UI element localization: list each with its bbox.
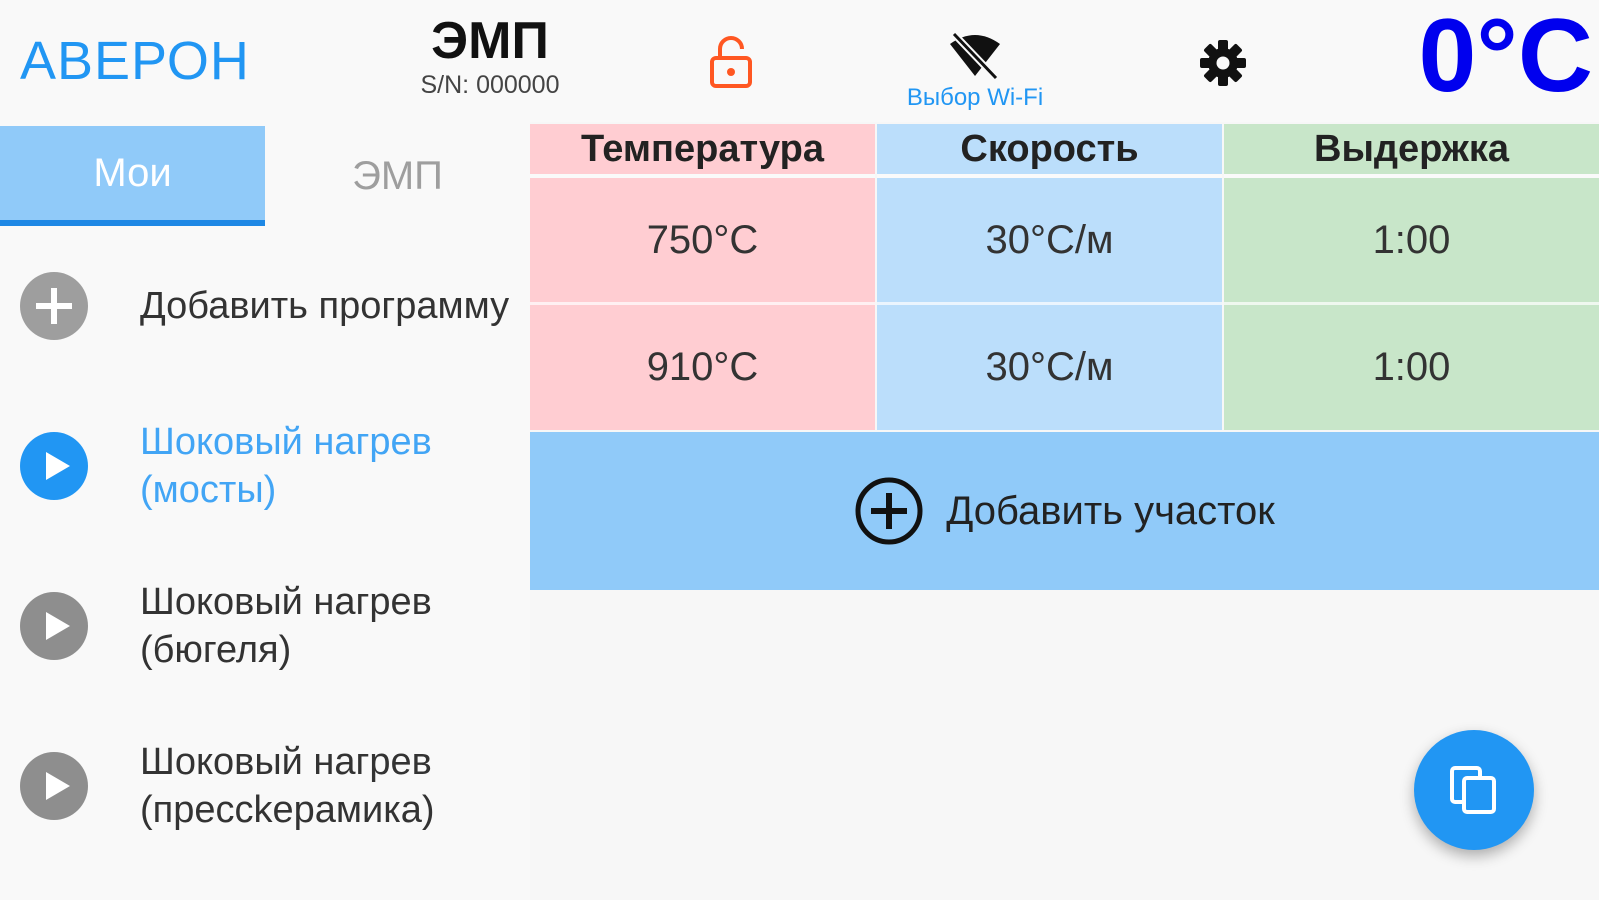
program-sidebar: Мои ЭМП Добавить программу Шоковый нагре… [0,122,530,900]
column-header: Температура [530,124,875,178]
add-section-button[interactable]: Добавить участок [530,432,1599,590]
unlock-icon[interactable] [708,34,754,90]
play-circle-icon [20,432,88,500]
program-label: Шоковый нагрев (мосты) [140,421,432,511]
copy-fab-button[interactable] [1414,730,1534,850]
table-cell[interactable]: 750°C [530,178,875,305]
temperature-column: Температура 750°C 910°C [530,124,875,430]
current-temperature: 0°C [1418,0,1593,114]
copy-icon [1450,766,1496,814]
gear-icon[interactable] [1198,38,1248,88]
table-cell[interactable]: 1:00 [1224,305,1599,429]
add-section-label: Добавить участок [946,488,1275,533]
program-label: Шоковый нагрев (бюгеля) [140,581,432,671]
play-circle-icon [20,752,88,820]
program-item[interactable]: Шоковый нагрев (прессkерамика) [0,716,530,856]
brand-logo-text: АВЕРОН [20,31,250,91]
wifi-off-icon [950,31,1000,80]
program-steps-table: Температура 750°C 910°C Скорость 30°C/м … [530,124,1599,430]
add-circle-icon [20,272,88,340]
wifi-select-button[interactable]: Выбор Wi-Fi [885,30,1065,112]
tab-my[interactable]: Мои [0,126,265,226]
app-header: АВЕРОН ЭМП S/N: 000000 Выбор Wi-Fi 0°C [0,0,1599,122]
table-cell[interactable]: 910°C [530,305,875,429]
play-circle-icon [20,592,88,660]
device-name: ЭМП [431,12,549,70]
column-header: Скорость [877,124,1222,178]
wifi-label: Выбор Wi-Fi [906,84,1044,111]
program-label: Добавить программу [140,285,510,327]
speed-column: Скорость 30°C/м 30°C/м [877,124,1222,430]
column-header: Выдержка [1224,124,1599,178]
table-cell[interactable]: 30°C/м [877,305,1222,429]
program-item[interactable]: Шоковый нагрев (бюгеля) [0,556,530,696]
device-serial: S/N: 000000 [420,70,560,99]
tab-emp[interactable]: ЭМП [265,126,530,226]
table-cell[interactable]: 30°C/м [877,178,1222,305]
table-cell[interactable]: 1:00 [1224,178,1599,305]
add-program-button[interactable]: Добавить программу [0,236,530,376]
program-label: Шоковый нагрев (прессkерамика) [140,741,435,831]
device-info: ЭМП S/N: 000000 [380,14,600,100]
hold-column: Выдержка 1:00 1:00 [1224,124,1599,430]
add-circle-outline-icon [855,477,923,545]
tab-bar: Мои ЭМП [0,126,530,226]
program-item[interactable]: Шоковый нагрев (мосты) [0,396,530,536]
